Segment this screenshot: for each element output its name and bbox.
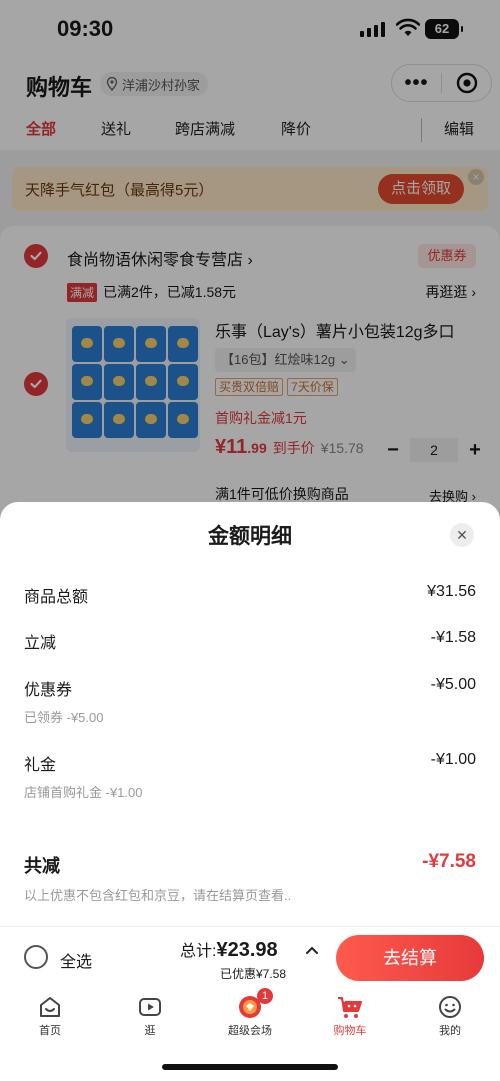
close-icon[interactable]: ✕ — [450, 523, 474, 547]
sheet-title: 金额明细 — [208, 525, 292, 548]
chevron-up-icon[interactable] — [305, 945, 319, 955]
detail-sub: 已领券 -¥5.00 — [24, 710, 104, 725]
video-play-icon — [139, 998, 161, 1016]
home-indicator — [162, 1064, 338, 1070]
notification-badge: 1 — [257, 988, 273, 1004]
total-discount-value: -¥7.58 — [422, 851, 476, 872]
total-discount-label: 共减 — [24, 856, 60, 876]
detail-value: -¥1.58 — [430, 629, 476, 646]
tabbar-item-home[interactable]: 首页 — [10, 994, 90, 1038]
tabbar-item-browse[interactable]: 逛 — [110, 994, 190, 1038]
home-icon — [40, 997, 60, 1017]
detail-label: 优惠券 — [24, 682, 73, 699]
tabbar-item-cart[interactable]: 购物车 — [310, 994, 390, 1038]
detail-value: -¥1.00 — [430, 751, 476, 768]
detail-value: -¥5.00 — [430, 676, 476, 693]
profile-face-icon — [439, 996, 461, 1018]
detail-sub: 店铺首购礼金 -¥1.00 — [24, 785, 143, 800]
total-label: 总计: — [180, 943, 217, 960]
detail-label: 立减 — [24, 635, 57, 652]
detail-value: ¥31.56 — [427, 583, 476, 600]
select-all-label[interactable]: 全选 — [60, 948, 92, 972]
tabbar-item-mine[interactable]: 我的 — [410, 994, 490, 1038]
tabbar-item-super-venue[interactable]: 1 超级会场 — [210, 988, 290, 1038]
detail-label: 礼金 — [24, 757, 57, 774]
total-price: 总计:¥23.98 — [180, 937, 278, 962]
select-all-checkbox[interactable] — [24, 945, 48, 969]
tabbar-label: 购物车 — [333, 1025, 367, 1037]
tabbar-label: 首页 — [39, 1025, 61, 1037]
checkout-button[interactable]: 去结算 — [336, 935, 484, 981]
discount-note: 以上优惠不包含红包和京豆，请在结算页查看.. — [24, 888, 292, 903]
checkout-bar: 全选 总计:¥23.98 已优惠¥7.58 去结算 — [0, 926, 500, 988]
tabbar-label: 我的 — [439, 1025, 461, 1037]
tabbar-label: 超级会场 — [228, 1025, 272, 1037]
saved-amount: 已优惠¥7.58 — [220, 967, 287, 981]
tabbar-label: 逛 — [144, 1025, 156, 1037]
cart-icon — [338, 997, 362, 1018]
detail-label: 商品总额 — [24, 589, 89, 606]
total-value: ¥23.98 — [216, 939, 278, 961]
amount-detail-sheet: 金额明细 ✕ 商品总额 ¥31.56 立减 -¥1.58 优惠券 -¥5.00 … — [0, 502, 500, 926]
